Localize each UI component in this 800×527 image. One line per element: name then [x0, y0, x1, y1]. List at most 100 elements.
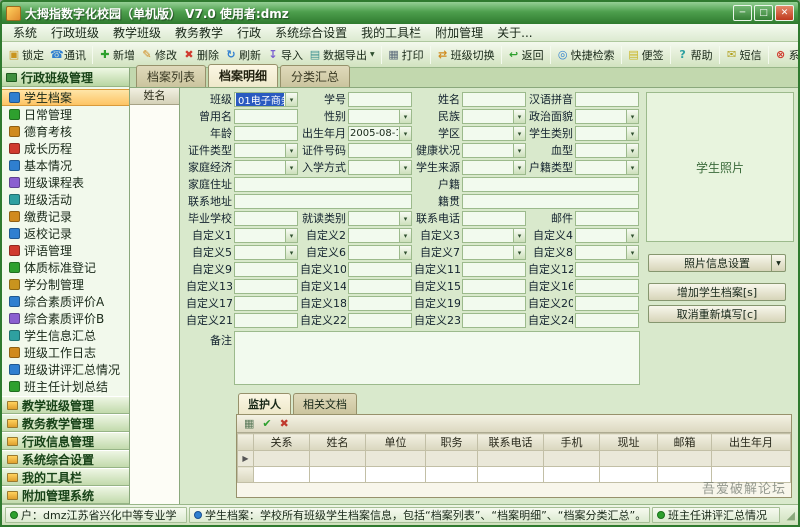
guardian-cell[interactable]	[477, 450, 544, 467]
combo-field[interactable]: ▾	[575, 160, 639, 175]
combo-field[interactable]: ▾	[575, 245, 639, 260]
combo-field[interactable]: ▾	[234, 228, 298, 243]
name-column-header[interactable]: 姓名	[130, 88, 179, 105]
toolbar-button-sms[interactable]: ✉ 短信	[723, 44, 765, 66]
chevron-down-icon[interactable]: ▾	[285, 144, 297, 157]
chevron-down-icon[interactable]: ▾	[513, 161, 525, 174]
text-field[interactable]	[348, 143, 412, 158]
text-field[interactable]	[575, 262, 639, 277]
guardian-cell[interactable]	[365, 450, 426, 467]
toolbar-button-switch-class[interactable]: ⇄ 班级切换	[434, 44, 498, 66]
menu-item[interactable]: 行政班级	[44, 23, 106, 42]
guardian-column-header[interactable]: 手机	[543, 433, 600, 451]
toolbar-button-lock[interactable]: ▣ 锁定	[5, 44, 47, 66]
text-field[interactable]	[462, 92, 526, 107]
tab[interactable]: 档案明细	[208, 64, 279, 87]
guardian-cell[interactable]	[309, 466, 366, 483]
combo-field[interactable]: ▾	[462, 109, 526, 124]
chevron-down-icon[interactable]: ▾	[399, 110, 411, 123]
chevron-down-icon[interactable]: ▾	[285, 229, 297, 242]
chevron-down-icon[interactable]: ▾	[626, 110, 638, 123]
guardian-column-header[interactable]: 姓名	[309, 433, 366, 451]
combo-field[interactable]: ▾	[462, 245, 526, 260]
guardian-column-header[interactable]: 现址	[599, 433, 658, 451]
grid-icon[interactable]: ▦	[244, 417, 254, 430]
guardian-column-header[interactable]: 单位	[365, 433, 426, 451]
remark-textarea[interactable]	[234, 331, 640, 385]
photo-button[interactable]: 增加学生档案[s]	[648, 283, 786, 301]
combo-field[interactable]: ▾	[348, 109, 412, 124]
menu-item[interactable]: 系统综合设置	[268, 23, 354, 42]
guardian-cell[interactable]	[425, 466, 478, 483]
toolbar-button-export[interactable]: ▤ 数据导出 ▼	[306, 44, 378, 66]
combo-field[interactable]: ▾	[234, 143, 298, 158]
text-field[interactable]	[462, 177, 639, 192]
text-field[interactable]	[234, 109, 298, 124]
combo-field[interactable]: ▾	[575, 228, 639, 243]
guardian-cell[interactable]	[657, 450, 712, 467]
menu-item[interactable]: 我的工具栏	[354, 23, 428, 42]
sidebar-item[interactable]: 德育考核	[2, 123, 129, 140]
sidebar-item[interactable]: 班级讲评汇总情况	[2, 361, 129, 378]
toolbar-button-print[interactable]: ▦ 打印	[385, 44, 427, 66]
guardian-row[interactable]: ▶	[237, 450, 791, 467]
text-field[interactable]	[348, 296, 412, 311]
sidebar-item[interactable]: 班级工作日志	[2, 344, 129, 361]
guardian-cell[interactable]	[253, 450, 310, 467]
chevron-down-icon[interactable]: ▾	[626, 161, 638, 174]
guardian-cell[interactable]	[309, 450, 366, 467]
chevron-down-icon[interactable]: ▾	[285, 246, 297, 259]
text-field[interactable]	[462, 262, 526, 277]
text-field[interactable]	[462, 279, 526, 294]
guardian-column-header[interactable]: 出生年月	[711, 433, 791, 451]
chevron-down-icon[interactable]: ▾	[626, 127, 638, 140]
sidebar-item[interactable]: 返校记录	[2, 225, 129, 242]
toolbar-button-quick-search[interactable]: ◎ 快捷检索	[554, 44, 618, 66]
combo-field[interactable]: ▾	[462, 143, 526, 158]
chevron-down-icon[interactable]: ▾	[399, 212, 411, 225]
text-field[interactable]	[234, 211, 298, 226]
sidebar-item[interactable]: 成长历程	[2, 140, 129, 157]
combo-field[interactable]: ▾	[348, 228, 412, 243]
combo-field[interactable]: ▾	[348, 245, 412, 260]
chevron-down-icon[interactable]: ▾	[513, 229, 525, 242]
sidebar-item[interactable]: 班级活动	[2, 191, 129, 208]
sidebar-group[interactable]: 附加管理系统	[2, 486, 129, 504]
confirm-icon[interactable]: ✔	[262, 417, 271, 430]
combo-field[interactable]: ▾	[462, 228, 526, 243]
combo-field[interactable]: ▾	[575, 109, 639, 124]
combo-field[interactable]: ▾	[462, 160, 526, 175]
name-list-body[interactable]	[130, 105, 179, 504]
chevron-down-icon[interactable]: ▾	[285, 161, 297, 174]
menu-item[interactable]: 教学班级	[106, 23, 168, 42]
combo-field[interactable]: 2005-08-10▾	[348, 126, 412, 141]
guardian-cell[interactable]	[543, 450, 600, 467]
text-field[interactable]	[575, 279, 639, 294]
text-field[interactable]	[462, 313, 526, 328]
text-field[interactable]	[462, 211, 526, 226]
guardian-cell[interactable]	[477, 466, 544, 483]
sidebar-item[interactable]: 基本情况	[2, 157, 129, 174]
guardian-cell[interactable]	[711, 450, 791, 467]
guardian-cell[interactable]	[425, 450, 478, 467]
combo-field[interactable]: ▾	[575, 143, 639, 158]
chevron-down-icon[interactable]: ▼	[370, 51, 375, 58]
toolbar-button-comm[interactable]: ☎ 通讯	[47, 44, 89, 66]
text-field[interactable]	[234, 126, 298, 141]
text-field[interactable]	[234, 194, 412, 209]
menu-item[interactable]: 关于...	[490, 23, 539, 42]
text-field[interactable]	[575, 92, 639, 107]
toolbar-button-note[interactable]: ▤ 便签	[625, 44, 667, 66]
sidebar-item[interactable]: 评语管理	[2, 242, 129, 259]
sidebar-item[interactable]: 学生档案	[2, 89, 129, 106]
chevron-down-icon[interactable]: ▾	[513, 144, 525, 157]
chevron-down-icon[interactable]: ▾	[399, 127, 411, 140]
combo-field[interactable]: ▾	[575, 126, 639, 141]
text-field[interactable]	[348, 313, 412, 328]
text-field[interactable]	[348, 279, 412, 294]
chevron-down-icon[interactable]: ▾	[513, 127, 525, 140]
maximize-button[interactable]: □	[754, 5, 773, 21]
sidebar-item[interactable]: 综合素质评价B	[2, 310, 129, 327]
toolbar-button-help[interactable]: ? 帮助	[674, 44, 716, 66]
guardian-cell[interactable]	[599, 450, 658, 467]
